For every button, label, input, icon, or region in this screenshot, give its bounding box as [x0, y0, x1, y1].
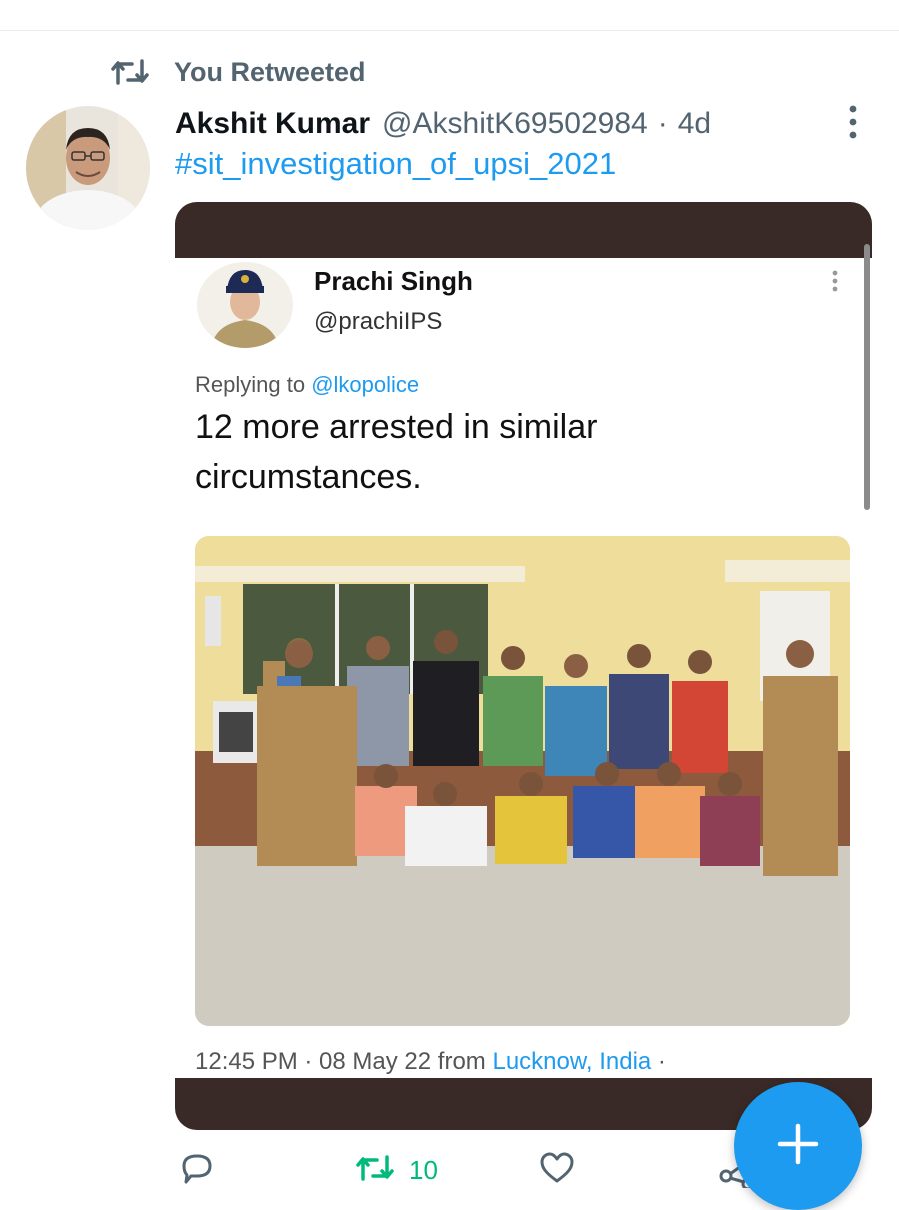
hashtag-link[interactable]: #sit_investigation_of_upsi_2021: [175, 146, 616, 182]
tweet-header: Akshit Kumar @AkshitK69502984 · 4d: [175, 102, 711, 146]
meta-suffix: ·: [651, 1048, 666, 1075]
retweet-button[interactable]: 10: [355, 1140, 438, 1200]
embedded-photo: [195, 536, 850, 1026]
separator-dot: ·: [657, 107, 668, 140]
embedded-replying-to: Replying to @lkopolice: [195, 372, 419, 398]
embedded-more-icon: [827, 268, 843, 294]
heart-icon: [538, 1151, 576, 1190]
author-avatar[interactable]: [26, 106, 150, 230]
compose-tweet-button[interactable]: [734, 1082, 862, 1210]
plus-icon: [776, 1122, 820, 1171]
embedded-avatar: [197, 262, 293, 348]
author-name[interactable]: Akshit Kumar: [175, 107, 370, 141]
embedded-author-name: Prachi Singh: [314, 266, 473, 296]
screenshot-scrollbar: [864, 244, 870, 510]
previous-tweet-edge: [0, 0, 899, 30]
embedded-author-handle: @prachiIPS: [314, 308, 443, 335]
tweet-timestamp[interactable]: 4d: [678, 107, 711, 141]
reply-icon: [178, 1151, 216, 1190]
retweet-count: 10: [409, 1154, 438, 1185]
tweet-media[interactable]: Prachi Singh @prachiIPS Replying to @lko…: [175, 202, 872, 1130]
meta-time-date: 12:45 PM · 08 May 22 from: [195, 1048, 493, 1075]
retweet-banner: You Retweeted: [110, 52, 366, 92]
reply-button[interactable]: [178, 1140, 216, 1200]
like-button[interactable]: [538, 1140, 576, 1200]
tweet-divider: [0, 30, 899, 31]
retweet-action-icon: [355, 1153, 395, 1188]
retweet-icon: [110, 56, 150, 88]
replying-to-handle: @lkopolice: [311, 372, 420, 397]
embedded-tweet-meta: 12:45 PM · 08 May 22 from Lucknow, India…: [195, 1048, 666, 1076]
replying-prefix: Replying to: [195, 372, 312, 397]
embedded-tweet-text: 12 more arrested in similar circumstance…: [195, 408, 598, 496]
retweet-banner-label: You Retweeted: [174, 56, 366, 87]
embedded-tweet-screenshot: Prachi Singh @prachiIPS Replying to @lko…: [175, 258, 872, 1078]
author-handle[interactable]: @AkshitK69502984: [382, 107, 648, 141]
meta-location: Lucknow, India: [492, 1048, 652, 1075]
more-options-icon[interactable]: [838, 102, 868, 142]
